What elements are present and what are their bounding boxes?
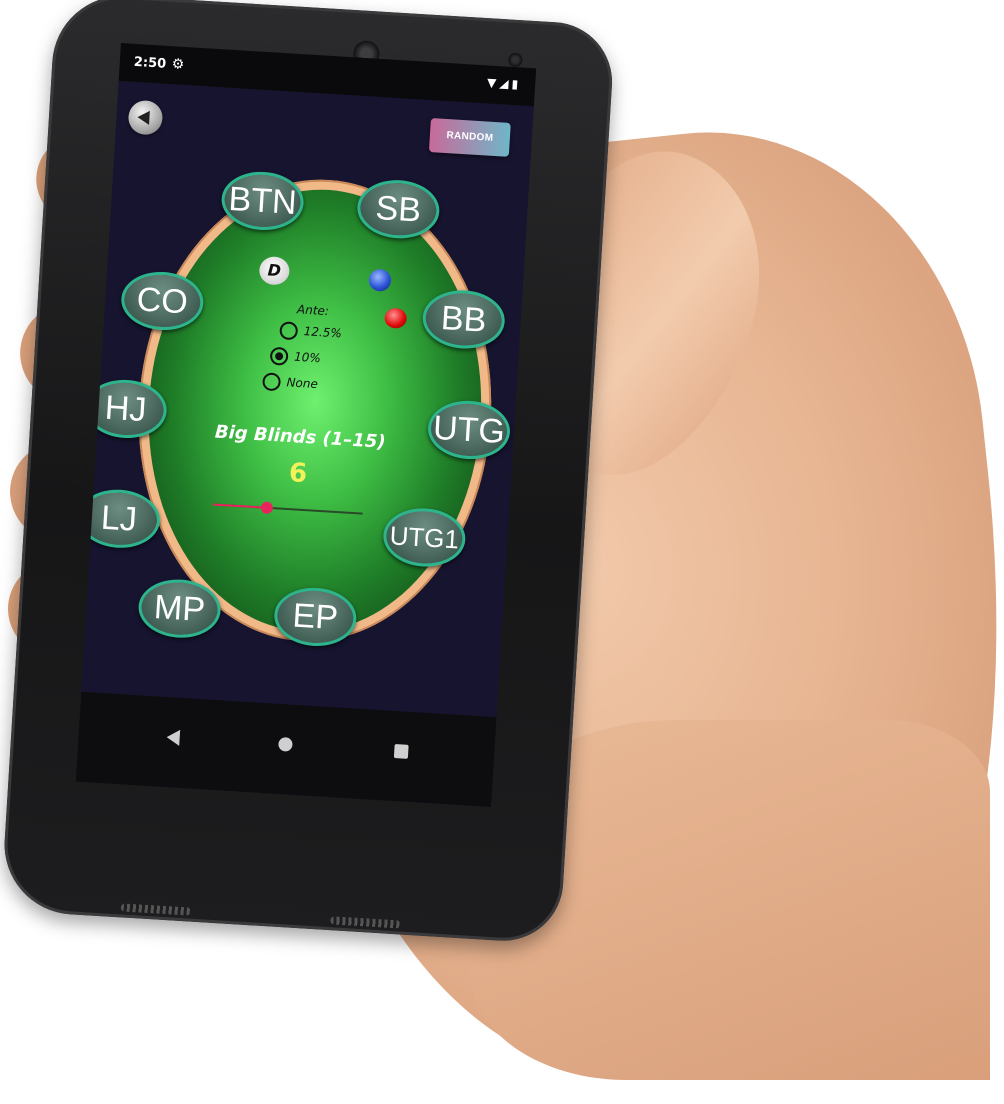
ante-option-label: 10% <box>293 349 322 366</box>
app-screen: 2:50 ⚙ ▼◢▮ RANDOM BTN SB CO BB HJ UTG LJ… <box>75 42 537 808</box>
speaker-grille-left <box>120 903 191 916</box>
recents-nav-icon[interactable] <box>393 744 409 759</box>
radio-checked-icon[interactable] <box>269 346 289 366</box>
front-camera-icon <box>507 52 523 68</box>
back-button[interactable] <box>127 99 164 136</box>
battery-icon: ▮ <box>511 76 522 92</box>
status-indicators: ▼◢▮ <box>487 75 522 91</box>
status-time: 2:50 <box>133 54 167 72</box>
random-button[interactable]: RANDOM <box>428 118 511 157</box>
ante-option-12-5[interactable]: 12.5% <box>279 321 342 343</box>
gear-icon: ⚙ <box>171 56 185 73</box>
home-nav-icon[interactable] <box>278 736 293 752</box>
speaker-grille-right <box>330 916 401 929</box>
radio-unchecked-icon[interactable] <box>262 372 282 392</box>
back-nav-icon[interactable] <box>166 729 181 746</box>
ante-option-label: 12.5% <box>303 324 343 341</box>
back-arrow-icon <box>137 110 150 125</box>
ante-label: Ante: <box>296 302 330 319</box>
ante-option-none[interactable]: None <box>262 372 318 393</box>
ante-option-10[interactable]: 10% <box>269 346 322 368</box>
radio-unchecked-icon[interactable] <box>279 321 299 341</box>
slider-thumb[interactable] <box>260 501 273 515</box>
ante-option-label: None <box>286 375 319 392</box>
wifi-icon: ▼ <box>486 75 500 91</box>
